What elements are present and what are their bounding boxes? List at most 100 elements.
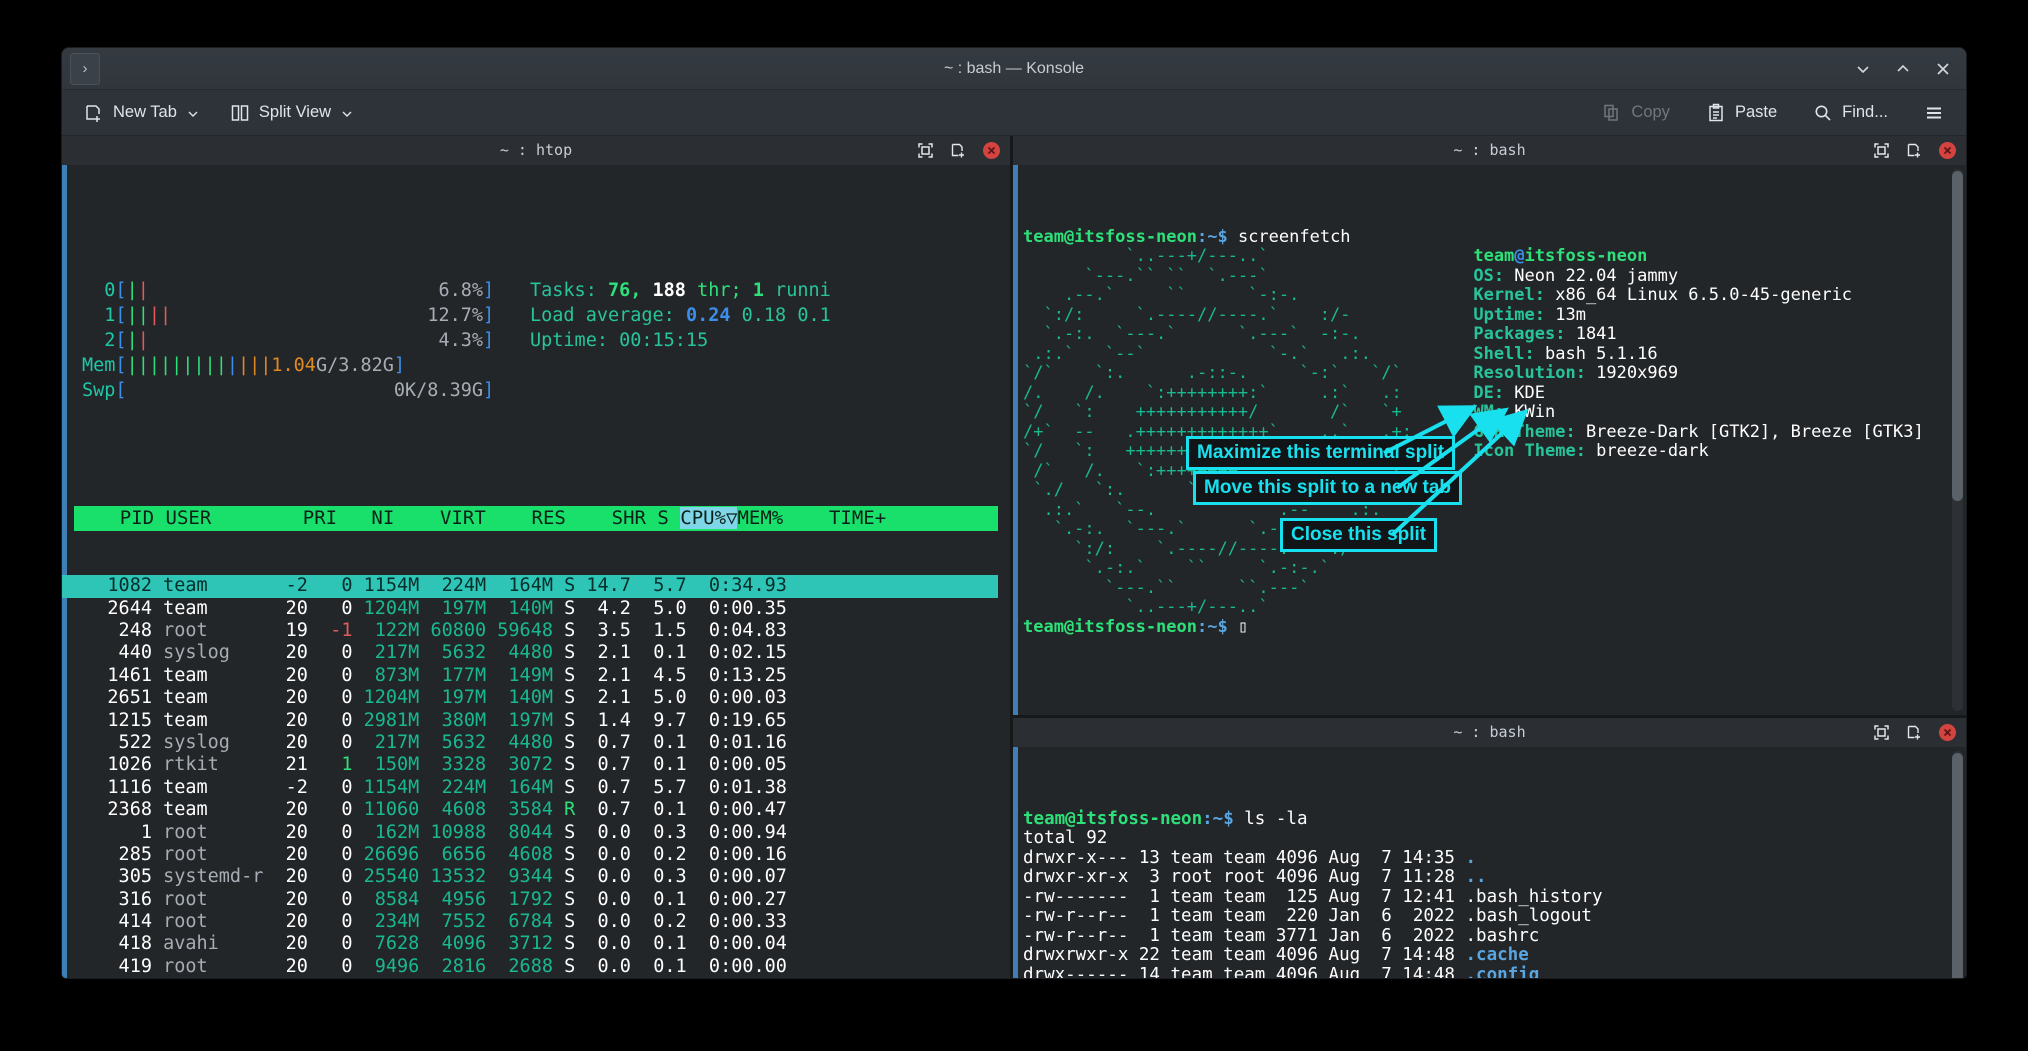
table-row[interactable]: 418 avahi 20 0 7628 4096 3712 S 0.0 0.1 … — [62, 933, 1010, 955]
screenshot-root: › ~ : bash — Konsole — [0, 0, 2028, 1051]
pane-htop-header: ~ : htop — [62, 136, 1010, 165]
mem-meter: Mem[|||||||||||||1.04G/3.82G] — [82, 355, 512, 380]
new-tab-chevron-down-icon[interactable] — [186, 106, 200, 120]
maximize-icon[interactable] — [1894, 60, 1912, 78]
screenfetch-line: `.-:.` `` `.-:-.` — [1023, 559, 1966, 579]
pane-screenfetch: ~ : bash — [1013, 136, 1966, 715]
paste-button[interactable]: Paste — [1698, 99, 1785, 127]
screenfetch-line: `---.`` ``.---` — [1023, 579, 1966, 599]
screenfetch-line: /. /. `:++++++++:` .:` .: DE: KDE — [1023, 384, 1966, 404]
screenfetch-line: `..---+/---..` — [1023, 598, 1966, 618]
toolbar-right-group: Copy Paste — [1594, 99, 1952, 127]
paste-icon — [1706, 103, 1726, 123]
close-split-icon[interactable] — [1939, 724, 1956, 741]
table-row[interactable]: 1 root 20 0 162M 10988 8044 S 0.0 0.3 0:… — [62, 822, 1010, 844]
screenfetch-terminal[interactable]: team@itsfoss-neon:~$ screenfetch `..---+… — [1013, 165, 1966, 715]
split-view-icon — [230, 103, 250, 123]
copy-icon — [1602, 103, 1622, 123]
maximize-split-icon[interactable] — [1873, 724, 1890, 741]
split-view-label: Split View — [259, 103, 331, 122]
table-row[interactable]: 2651 team 20 0 1204M 197M 140M S 2.1 5.0… — [62, 687, 1010, 709]
screenfetch-line: /+` -- .+++++++++++++` ..` .+: GTK Theme… — [1023, 423, 1966, 443]
new-tab-button[interactable]: New Tab — [76, 99, 208, 127]
table-row[interactable]: 285 root 20 0 26696 6656 4608 S 0.0 0.2 … — [62, 844, 1010, 866]
htop-load-line: Load average: 0.24 0.18 0.1 — [530, 305, 831, 330]
htop-uptime-line: Uptime: 00:15:15 — [530, 330, 831, 355]
pane-htop-title: ~ : htop — [62, 136, 1010, 165]
htop-table-body: 1082 team -2 0 1154M 224M 164M S 14.7 5.… — [62, 575, 1010, 978]
copy-label: Copy — [1631, 103, 1670, 122]
screenfetch-line: `/ `: ++++++++++++/ /` `+ Icon Theme: br… — [1023, 442, 1966, 462]
copy-button[interactable]: Copy — [1594, 99, 1678, 127]
pane-screenfetch-header: ~ : bash — [1013, 136, 1966, 165]
table-row[interactable]: 2368 team 20 0 11060 4608 3584 R 0.7 0.1… — [62, 799, 1010, 821]
move-split-to-new-tab-icon[interactable] — [1906, 142, 1923, 159]
pane-screenfetch-controls — [1873, 136, 1956, 165]
paste-label: Paste — [1735, 103, 1777, 122]
table-row[interactable]: 1461 team 20 0 873M 177M 149M S 2.1 4.5 … — [62, 665, 1010, 687]
window-titlebar: › ~ : bash — Konsole — [62, 48, 1966, 90]
move-split-to-new-tab-icon[interactable] — [950, 142, 967, 159]
close-split-icon[interactable] — [1939, 142, 1956, 159]
ls-terminal[interactable]: team@itsfoss-neon:~$ ls -latotal 92drwxr… — [1013, 747, 1966, 978]
close-icon[interactable] — [1934, 60, 1952, 78]
swap-meter: Swp[ 0K/8.39G] — [82, 380, 512, 405]
new-tab-label: New Tab — [113, 103, 177, 122]
screenfetch-line: `.-:. `---.` `.---` -:-. Packages: 1841 — [1023, 325, 1966, 345]
table-row[interactable]: 1082 team -2 0 1154M 224M 164M S 14.7 5.… — [62, 575, 998, 597]
cpu-meter: 1[|||| 12.7%] — [82, 305, 512, 330]
pane-htop: ~ : htop — [62, 136, 1010, 978]
screenfetch-line: `./ `:. `-::-. `-:` `/` — [1023, 481, 1966, 501]
window-controls — [1854, 48, 1952, 90]
terminal-prompt-line: team@itsfoss-neon:~$ ▯ — [1023, 618, 1966, 638]
terminal-prompt-line: team@itsfoss-neon:~$ screenfetch — [1023, 228, 1966, 248]
screenfetch-line: `:/: `.----//----.` :/- Uptime: 13m — [1023, 306, 1966, 326]
hamburger-menu-button[interactable] — [1916, 99, 1952, 127]
scrollbar-thumb[interactable] — [1952, 753, 1963, 978]
table-row[interactable]: 305 systemd-r 20 0 25540 13532 9344 S 0.… — [62, 866, 1010, 888]
maximize-split-icon[interactable] — [1873, 142, 1890, 159]
pane-ls-title: ~ : bash — [1013, 718, 1966, 747]
table-row[interactable]: 1026 rtkit 21 1 150M 3328 3072 S 0.7 0.1… — [62, 754, 1010, 776]
callout-maximize-split: Maximize this terminal split — [1186, 436, 1455, 470]
screenfetch-line: .:.` `--. .--` .:. — [1023, 501, 1966, 521]
scrollbar-thumb[interactable] — [1952, 171, 1963, 501]
split-view-chevron-down-icon[interactable] — [340, 106, 354, 120]
screenfetch-line: /` /. `:++++++++:` `:. `/ — [1023, 462, 1966, 482]
pane-ls: ~ : bash — [1013, 715, 1966, 978]
konsole-window: › ~ : bash — Konsole — [62, 48, 1966, 978]
htop-terminal[interactable]: 0[|| 6.8%] 1[|||| 12.7%] 2[|| 4.3%]Mem[|… — [62, 165, 1010, 978]
main-toolbar: New Tab Split View — [62, 90, 1966, 136]
screenfetch-line: .--.` `` `-:-. Kernel: x86_64 Linux 6.5.… — [1023, 286, 1966, 306]
minimize-icon[interactable] — [1854, 60, 1872, 78]
table-row[interactable]: 414 root 20 0 234M 7552 6784 S 0.0 0.2 0… — [62, 911, 1010, 933]
pane-ls-header: ~ : bash — [1013, 718, 1966, 747]
terminal-prompt-line: team@itsfoss-neon:~$ ls -la — [1023, 810, 1966, 830]
right-split-column: ~ : bash — [1010, 136, 1966, 978]
callout-close-split: Close this split — [1280, 518, 1437, 552]
table-row[interactable]: 440 syslog 20 0 217M 5632 4480 S 2.1 0.1… — [62, 642, 1010, 664]
table-row[interactable]: 1215 team 20 0 2981M 380M 197M S 1.4 9.7… — [62, 710, 1010, 732]
table-row[interactable]: 522 syslog 20 0 217M 5632 4480 S 0.7 0.1… — [62, 732, 1010, 754]
split-view-button[interactable]: Split View — [222, 99, 362, 127]
cpu-meter: 0[|| 6.8%] — [82, 280, 512, 305]
maximize-split-icon[interactable] — [917, 142, 934, 159]
screenfetch-line: `..---+/---..` team@itsfoss-neon — [1023, 247, 1966, 267]
table-row[interactable]: 248 root 19 -1 122M 60800 59648 S 3.5 1.… — [62, 620, 1010, 642]
htop-meters: 0[|| 6.8%] 1[|||| 12.7%] 2[|| 4.3%]Mem[|… — [82, 280, 512, 405]
split-container: ~ : htop — [62, 136, 1966, 978]
find-label: Find... — [1842, 103, 1888, 122]
close-split-icon[interactable] — [983, 142, 1000, 159]
table-row[interactable]: 419 root 20 0 9496 2816 2688 S 0.0 0.1 0… — [62, 956, 1010, 978]
left-split-column: ~ : htop — [62, 136, 1010, 978]
table-row[interactable]: 1116 team -2 0 1154M 224M 164M S 0.7 5.7… — [62, 777, 1010, 799]
table-row[interactable]: 2644 team 20 0 1204M 197M 140M S 4.2 5.0… — [62, 598, 1010, 620]
pane-htop-controls — [917, 136, 1000, 165]
move-split-to-new-tab-icon[interactable] — [1906, 724, 1923, 741]
cpu-meter: 2[|| 4.3%] — [82, 330, 512, 355]
new-tab-icon — [84, 103, 104, 123]
ls-total-line: total 92 — [1023, 829, 1966, 849]
table-row[interactable]: 316 root 20 0 8584 4956 1792 S 0.0 0.1 0… — [62, 889, 1010, 911]
list-item: drwx------ 14 team team 4096 Aug 7 14:48… — [1023, 966, 1966, 979]
find-button[interactable]: Find... — [1805, 99, 1896, 127]
